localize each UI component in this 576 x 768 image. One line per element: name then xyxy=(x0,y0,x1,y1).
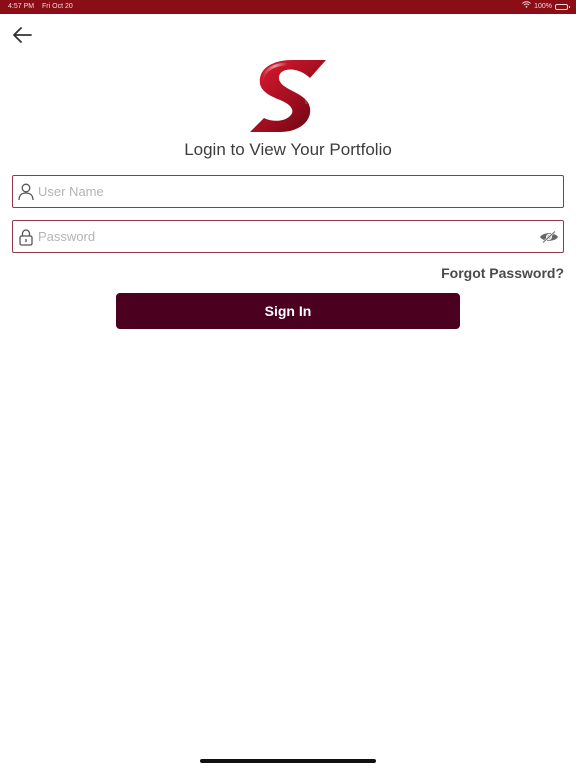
lock-icon xyxy=(17,227,35,247)
user-icon xyxy=(17,182,35,202)
status-bar: 4:57 PM Fri Oct 20 100% xyxy=(0,0,576,14)
sign-in-button[interactable]: Sign In xyxy=(116,293,460,329)
back-button[interactable] xyxy=(8,24,36,50)
battery-icon xyxy=(555,4,570,10)
battery-percent: 100% xyxy=(534,3,552,10)
status-right: 100% xyxy=(522,0,570,14)
status-date: Fri Oct 20 xyxy=(42,3,73,10)
username-field[interactable] xyxy=(12,175,564,208)
home-indicator[interactable] xyxy=(200,759,376,763)
password-field[interactable] xyxy=(12,220,564,253)
password-input[interactable] xyxy=(38,221,538,252)
eye-slash-icon[interactable] xyxy=(539,228,559,246)
page-title: Login to View Your Portfolio xyxy=(184,140,392,159)
forgot-password-link[interactable]: Forgot Password? xyxy=(441,265,564,281)
username-input[interactable] xyxy=(38,176,538,207)
status-left: 4:57 PM Fri Oct 20 xyxy=(8,0,73,14)
arrow-left-icon xyxy=(11,26,33,49)
s-brand-logo xyxy=(246,56,330,134)
wifi-icon xyxy=(522,0,531,14)
status-time: 4:57 PM xyxy=(8,3,35,10)
